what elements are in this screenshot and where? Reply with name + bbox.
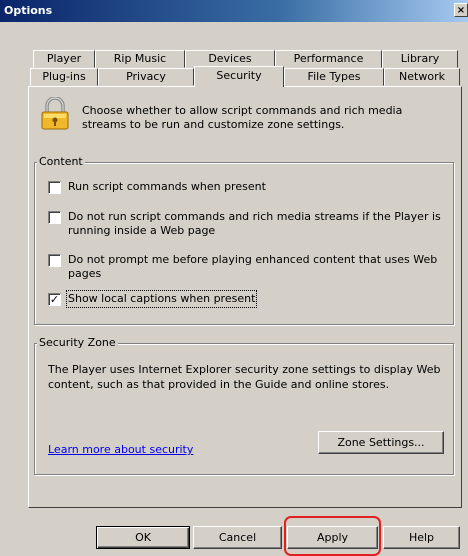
title-bar[interactable]: Options × [0,0,468,22]
no-run-in-web-option[interactable]: Do not run script commands and rich medi… [48,210,448,238]
run-script-checkbox[interactable] [48,181,61,194]
tab-player[interactable]: Player [33,50,95,68]
no-run-in-web-checkbox[interactable] [48,211,61,224]
tab-network[interactable]: Network [384,68,460,86]
ok-button[interactable]: OK [96,526,190,549]
intro-text: Choose whether to allow script commands … [82,104,403,131]
apply-highlight-annotation [284,516,381,556]
content-group-label: Content [37,155,85,168]
window-title: Options [4,4,53,17]
run-script-label: Run script commands when present [68,180,266,193]
options-dialog: Options × Player Rip Music Devices Perfo… [0,0,468,556]
help-button[interactable]: Help [383,526,460,549]
tab-rip-music[interactable]: Rip Music [95,50,185,68]
run-script-option[interactable]: Run script commands when present [48,180,448,194]
tab-performance[interactable]: Performance [275,50,382,68]
security-zone-group-label: Security Zone [37,336,118,349]
show-captions-label: Show local captions when present [65,290,258,308]
lock-icon [41,97,69,130]
learn-more-security-link[interactable]: Learn more about security [48,443,193,456]
no-prompt-enhanced-option[interactable]: Do not prompt me before playing enhanced… [48,253,448,281]
cancel-button[interactable]: Cancel [193,526,282,549]
no-prompt-enhanced-label: Do not prompt me before playing enhanced… [68,253,438,280]
no-prompt-enhanced-checkbox[interactable] [48,254,61,267]
show-captions-option[interactable]: ✓ Show local captions when present [48,290,448,308]
security-zone-description: The Player uses Internet Explorer securi… [48,363,441,391]
tab-library[interactable]: Library [382,50,458,68]
close-icon: × [456,5,466,16]
no-run-in-web-label: Do not run script commands and rich medi… [68,210,441,237]
tab-security[interactable]: Security [194,66,284,87]
close-button[interactable]: × [454,3,468,17]
show-captions-checkbox[interactable]: ✓ [48,293,61,306]
tab-file-types[interactable]: File Types [284,68,384,86]
tab-privacy[interactable]: Privacy [98,68,194,86]
zone-settings-button[interactable]: Zone Settings... [318,431,444,454]
tab-plug-ins[interactable]: Plug-ins [30,68,98,86]
